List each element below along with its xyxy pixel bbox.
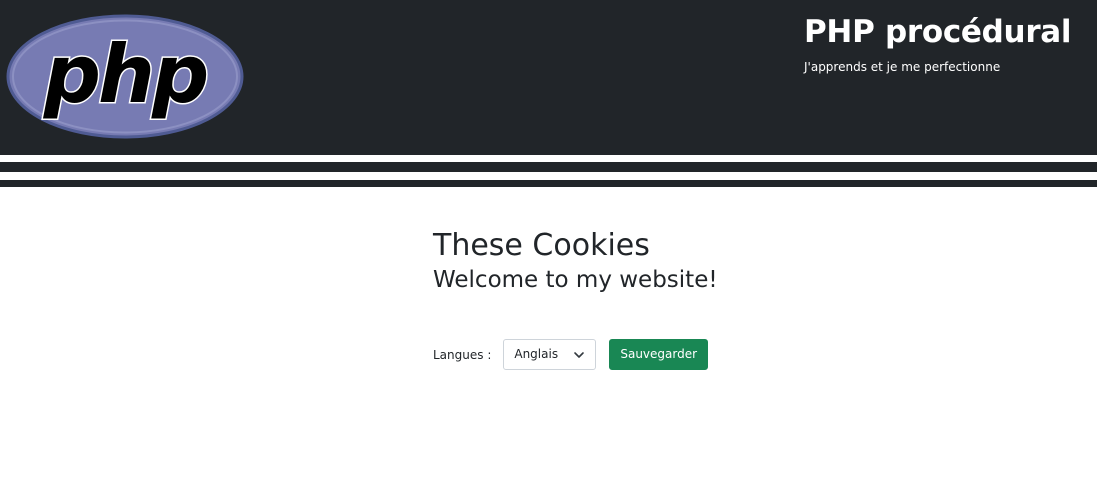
language-select[interactable]: Anglais (503, 339, 597, 370)
page-subtitle: Welcome to my website! (433, 267, 718, 293)
main-content: These Cookies Welcome to my website! Lan… (433, 225, 1033, 370)
header-divider-stripe (0, 180, 1097, 187)
page-title: These Cookies (433, 228, 650, 263)
header-divider-stripe (0, 162, 1097, 172)
site-title: PHP procédural (804, 14, 1072, 50)
language-select-value: Anglais (514, 347, 559, 361)
site-header: php PHP procédural J'apprends et je me p… (0, 0, 1097, 155)
site-tagline: J'apprends et je me perfectionne (804, 60, 1001, 74)
language-form: Langues : Anglais Sauvegarder (433, 339, 709, 370)
language-label: Langues : (433, 347, 492, 362)
php-logo-icon: php (6, 14, 244, 139)
php-logo-text: php (43, 28, 207, 121)
save-button[interactable]: Sauvegarder (609, 339, 709, 370)
chevron-down-icon (574, 352, 585, 358)
